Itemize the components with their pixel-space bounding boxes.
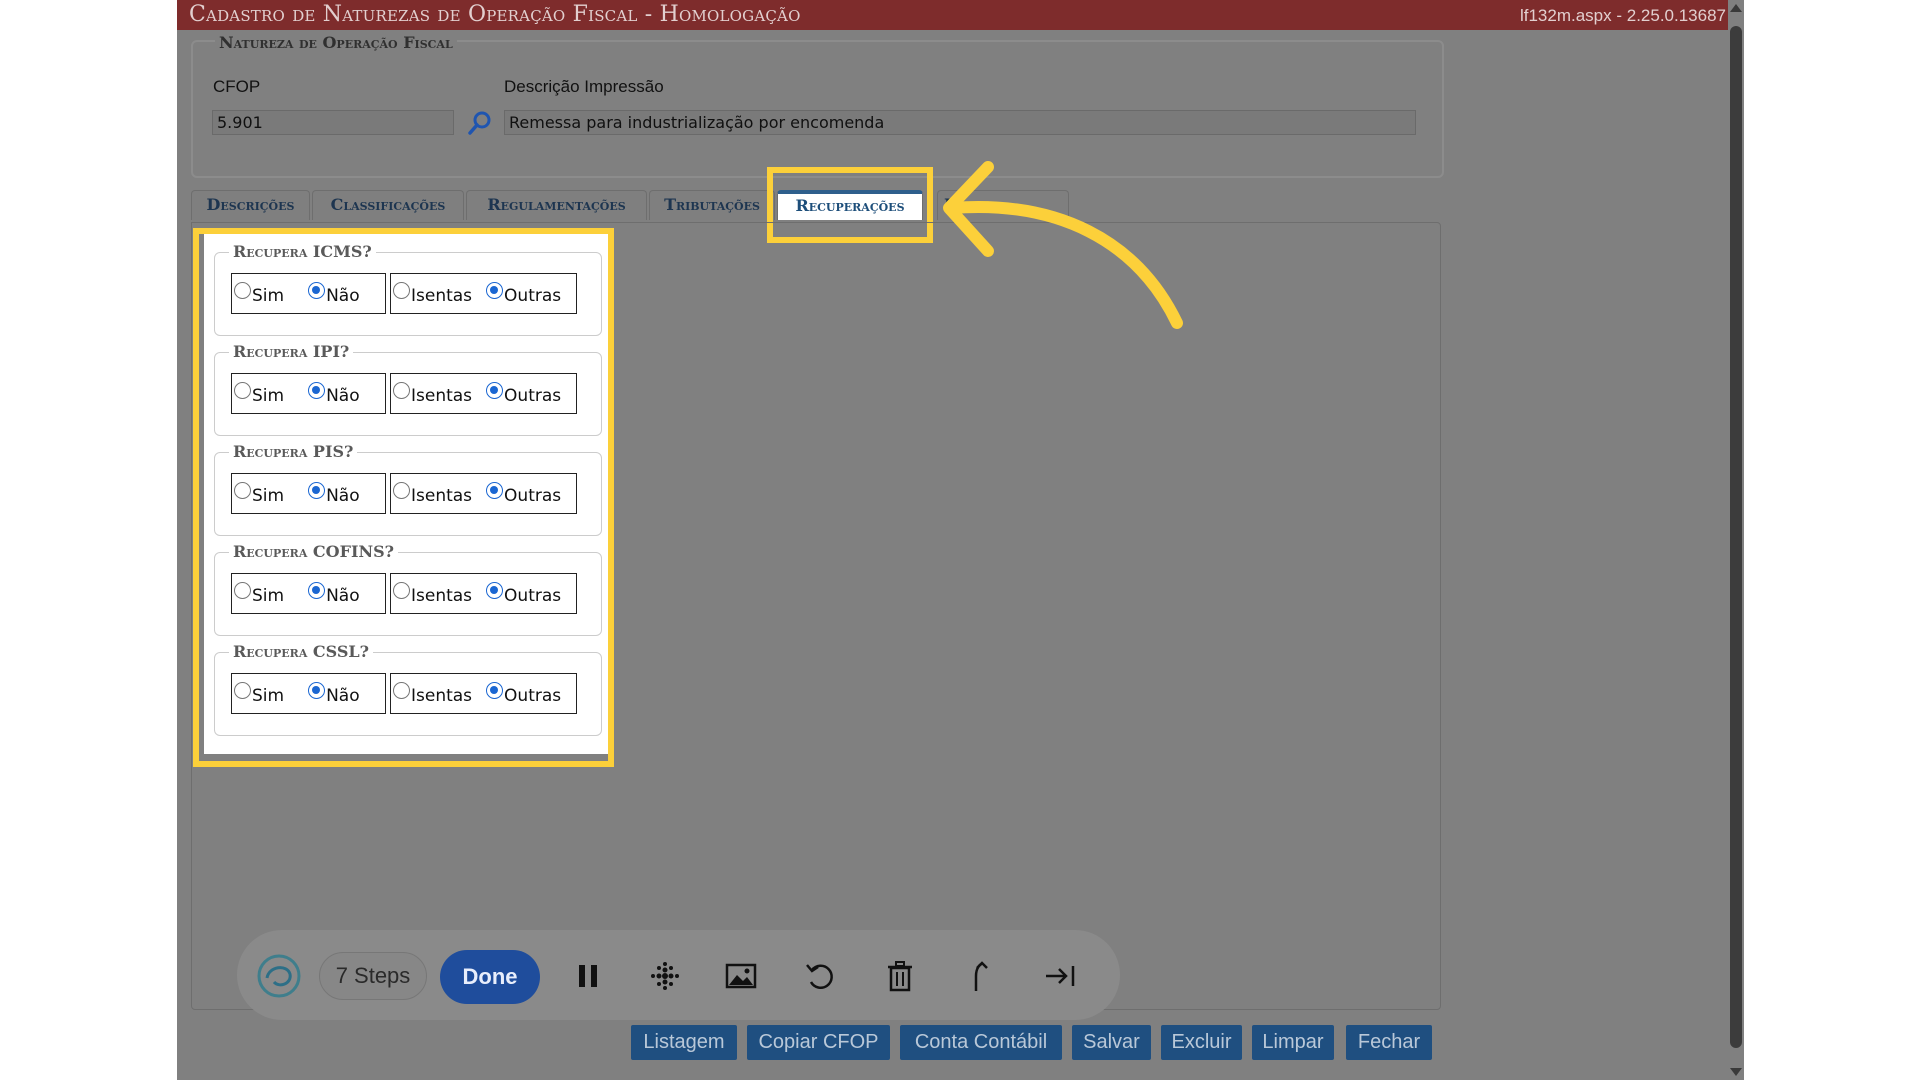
- cfop-label: CFOP: [213, 77, 261, 96]
- done-button[interactable]: Done: [440, 950, 540, 1004]
- fechar-button[interactable]: Fechar: [1346, 1025, 1432, 1060]
- steps-counter[interactable]: 7 Steps: [319, 952, 427, 1000]
- listagem-button[interactable]: Listagem: [631, 1025, 737, 1060]
- recorder-toolbar: 7 Steps Done: [237, 930, 1120, 1020]
- search-icon[interactable]: [467, 110, 493, 136]
- descricao-field[interactable]: Remessa para industrialização por encome…: [504, 110, 1416, 135]
- recorder-logo-icon: [257, 954, 301, 998]
- app-window: Cadastro de Naturezas de Operação Fiscal…: [177, 0, 1744, 1080]
- natureza-fieldset: Natureza de Operação Fiscal: [191, 33, 1444, 178]
- tab-classificacoes[interactable]: Classificações: [312, 190, 464, 220]
- trash-icon[interactable]: [882, 958, 918, 994]
- version-label: lf132m.aspx - 2.25.0.13687: [1519, 6, 1726, 25]
- natureza-legend: Natureza de Operação Fiscal: [215, 33, 457, 52]
- skip-to-end-icon[interactable]: [1042, 958, 1078, 994]
- scroll-down-icon[interactable]: [1730, 1068, 1742, 1076]
- descricao-label: Descrição Impressão: [504, 77, 664, 96]
- scroll-up-icon[interactable]: [1730, 4, 1742, 12]
- cfop-field[interactable]: 5.901: [212, 110, 454, 135]
- branch-up-icon[interactable]: [962, 958, 998, 994]
- copiar-cfop-button[interactable]: Copiar CFOP: [747, 1025, 890, 1060]
- conta-contabil-button[interactable]: Conta Contábil: [900, 1025, 1062, 1060]
- panel-highlight: [193, 228, 614, 767]
- limpar-button[interactable]: Limpar: [1252, 1025, 1334, 1060]
- tab-tributacoes[interactable]: Tributações: [649, 190, 775, 220]
- scrollbar-thumb[interactable]: [1730, 26, 1742, 1048]
- title-bar: Cadastro de Naturezas de Operação Fiscal…: [177, 0, 1728, 30]
- tab-in[interactable]: In: [937, 190, 1069, 220]
- tab-descricoes[interactable]: Descrições: [191, 190, 310, 220]
- vertical-scrollbar[interactable]: [1728, 0, 1744, 1080]
- salvar-button[interactable]: Salvar: [1072, 1025, 1151, 1060]
- excluir-button[interactable]: Excluir: [1161, 1025, 1242, 1060]
- pause-icon[interactable]: [570, 958, 606, 994]
- blur-icon[interactable]: [647, 958, 683, 994]
- window-title: Cadastro de Naturezas de Operação Fiscal…: [189, 2, 801, 27]
- undo-icon[interactable]: [803, 958, 839, 994]
- image-icon[interactable]: [723, 958, 759, 994]
- tab-regulamentacoes[interactable]: Regulamentações: [466, 190, 647, 220]
